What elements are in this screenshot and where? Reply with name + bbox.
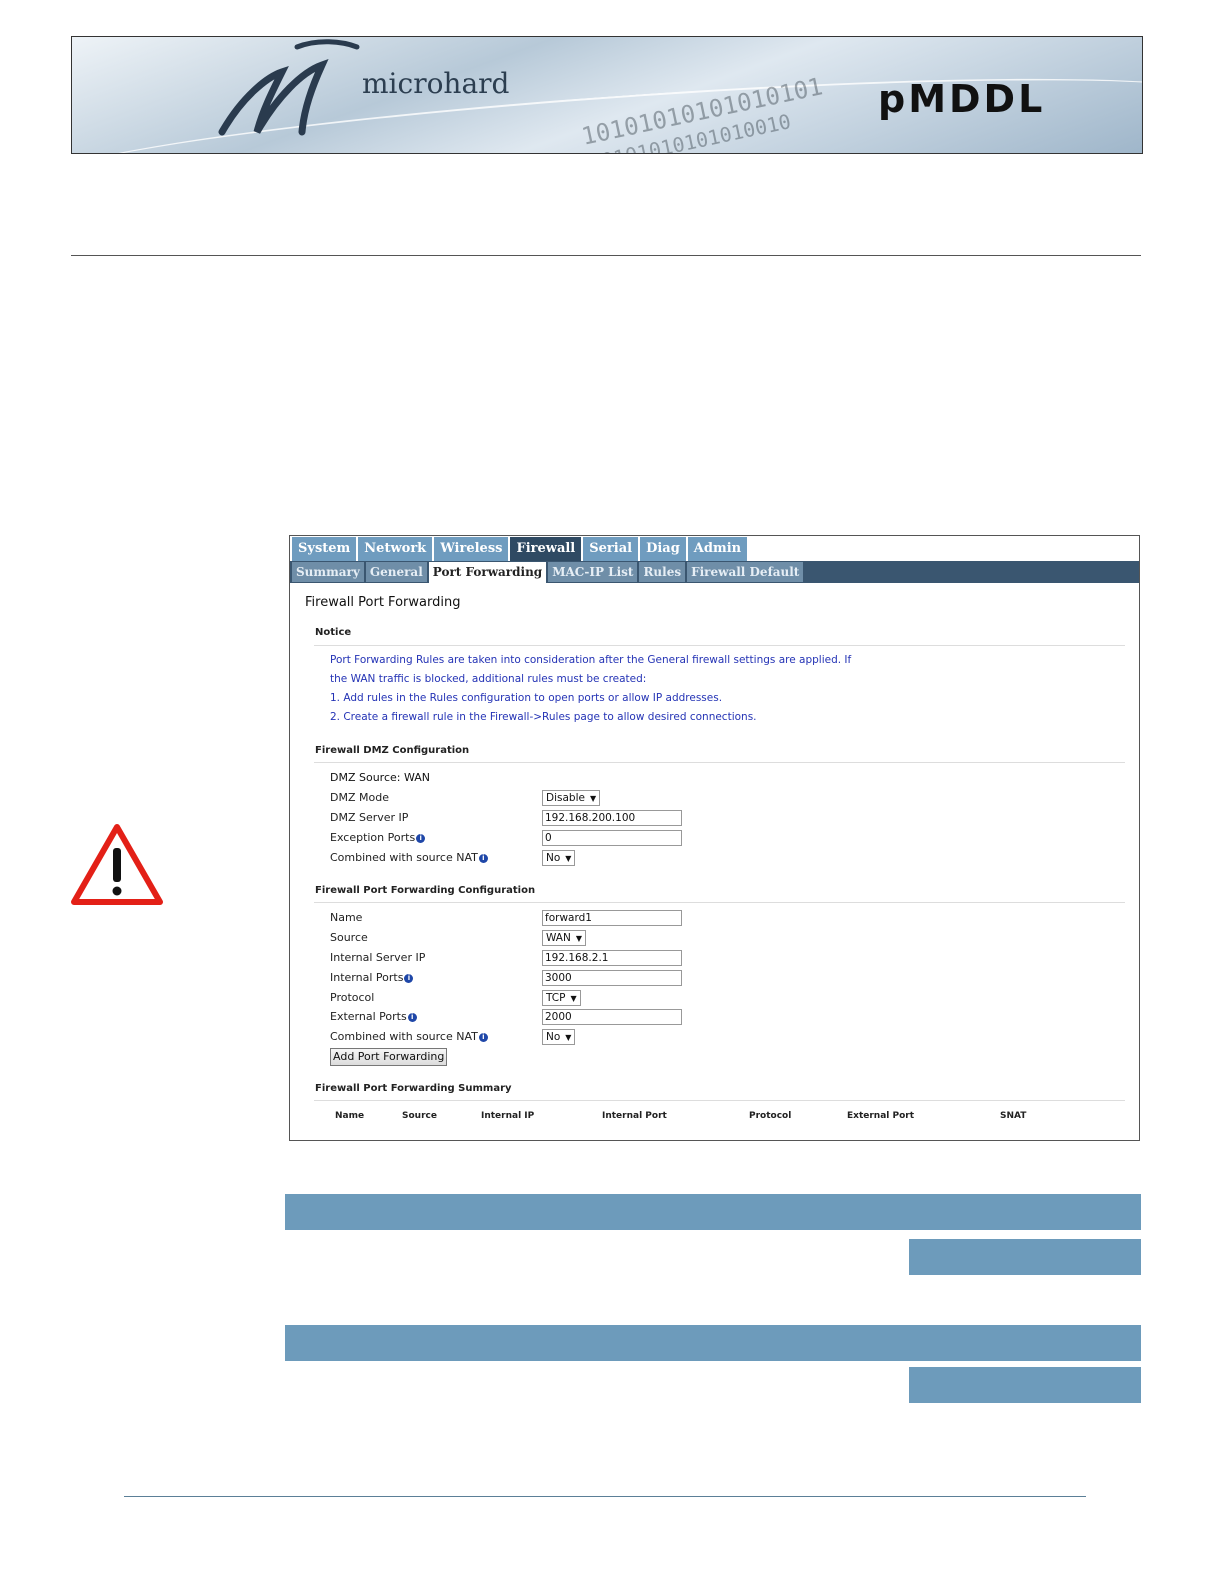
table-value-bar-1 [909,1239,1141,1275]
pf-divider [314,902,1125,903]
pf-snat-value: No [546,1031,561,1043]
exception-ports-label: Exception Ports i [330,831,426,844]
pf-protocol-label: Protocol [330,991,375,1004]
chevron-down-icon: ▼ [565,1033,572,1042]
pf-source-select[interactable]: WAN ▼ [542,930,587,946]
column-header-external-port: External Port [847,1111,915,1121]
chevron-down-icon: ▼ [565,854,572,863]
tab-diag[interactable]: Diag [640,537,686,561]
chevron-down-icon: ▼ [570,994,577,1003]
dmz-server-ip-label: DMZ Server IP [330,811,409,824]
notice-line-3: 1. Add rules in the Rules configuration … [330,692,723,704]
dmz-snat-value: No [546,852,561,864]
tab-firewall[interactable]: Firewall [510,537,582,561]
pf-heading: Firewall Port Forwarding Configuration [315,885,536,896]
subtab-port-forwarding[interactable]: Port Forwarding [428,562,547,584]
notice-divider [314,645,1125,646]
column-header-internal-ip: Internal IP [481,1111,535,1121]
header-banner: microhard 10101010101010101 010101010101… [71,36,1143,154]
pf-name-input[interactable]: forward1 [542,910,682,926]
pf-protocol-select[interactable]: TCP ▼ [542,990,581,1006]
pf-internal-ip-input[interactable]: 192.168.2.1 [542,950,682,966]
subtab-summary[interactable]: Summary [292,562,364,582]
info-icon[interactable]: i [407,1013,417,1022]
info-icon[interactable]: i [404,974,414,983]
notice-line-1: Port Forwarding Rules are taken into con… [330,654,852,666]
pf-snat-select[interactable]: No ▼ [542,1029,576,1045]
dmz-heading: Firewall DMZ Configuration [315,745,470,756]
info-icon[interactable]: i [478,854,488,863]
add-port-forwarding-button[interactable]: Add Port Forwarding [330,1048,448,1066]
summary-heading: Firewall Port Forwarding Summary [315,1083,512,1094]
notice-line-4: 2. Create a firewall rule in the Firewal… [330,711,757,723]
exception-ports-input[interactable]: 0 [542,830,682,846]
tab-network[interactable]: Network [358,537,433,561]
dmz-server-ip-input[interactable]: 192.168.200.100 [542,810,682,826]
table-header-bar-2 [285,1325,1141,1361]
summary-divider [314,1100,1125,1101]
column-header-snat: SNAT [1000,1111,1027,1121]
pf-source-label: Source [330,931,368,944]
table-header-bar-1 [285,1194,1141,1230]
brand-name: microhard [362,67,510,100]
pf-internal-ports-input[interactable]: 3000 [542,970,682,986]
column-header-protocol: Protocol [749,1111,792,1121]
dmz-mode-value: Disable [546,792,585,804]
chevron-down-icon: ▼ [589,794,597,803]
info-icon[interactable]: i [416,834,426,843]
pf-snat-text: Combined with source NAT [330,1030,478,1043]
dmz-divider [314,762,1125,763]
pf-name-label: Name [330,911,363,924]
info-icon[interactable]: i [478,1033,488,1042]
dmz-source-label: DMZ Source: WAN [330,771,431,784]
pf-internal-ports-label: Internal Ports i [330,971,414,984]
tab-wireless[interactable]: Wireless [434,537,509,561]
pf-internal-ip-label: Internal Server IP [330,951,426,964]
warning-triangle-icon [71,824,163,905]
dmz-mode-select[interactable]: Disable ▼ [542,790,601,806]
tab-system[interactable]: System [292,537,357,561]
product-name: pMDDL [878,77,1046,121]
column-header-name: Name [335,1111,365,1121]
pf-snat-label: Combined with source NAT i [330,1030,488,1043]
web-ui-screenshot: System Network Wireless Firewall Serial … [289,535,1140,1141]
subtab-general[interactable]: General [365,562,427,582]
notice-line-2: the WAN traffic is blocked, additional r… [330,673,647,685]
page-title: Firewall Port Forwarding [305,595,461,610]
exception-ports-text: Exception Ports [330,831,416,844]
microhard-logo-icon [218,39,360,136]
main-tab-bar: System Network Wireless Firewall Serial … [292,537,749,561]
subtab-mac-ip-list[interactable]: MAC-IP List [548,562,638,582]
pf-protocol-value: TCP [546,992,566,1004]
dmz-mode-label: DMZ Mode [330,791,389,804]
column-header-source: Source [402,1111,437,1121]
dmz-snat-text: Combined with source NAT [330,851,478,864]
pf-source-value: WAN [546,932,571,944]
footer-divider [124,1496,1086,1497]
dmz-snat-label: Combined with source NAT i [330,851,488,864]
top-divider [71,255,1141,256]
dmz-snat-select[interactable]: No ▼ [542,850,576,866]
pf-internal-ports-text: Internal Ports [330,971,404,984]
chevron-down-icon: ▼ [575,934,583,943]
pf-external-ports-text: External Ports [330,1010,407,1023]
sub-tab-bar: Summary General Port Forwarding MAC-IP L… [292,561,805,584]
tab-serial[interactable]: Serial [583,537,639,561]
notice-heading: Notice [315,627,352,638]
column-header-internal-port: Internal Port [602,1111,667,1121]
pf-external-ports-label: External Ports i [330,1010,417,1023]
subtab-firewall-default[interactable]: Firewall Default [687,562,804,582]
subtab-rules[interactable]: Rules [639,562,686,582]
tab-admin[interactable]: Admin [687,537,748,561]
pf-external-ports-input[interactable]: 2000 [542,1009,682,1025]
table-value-bar-2 [909,1367,1141,1403]
